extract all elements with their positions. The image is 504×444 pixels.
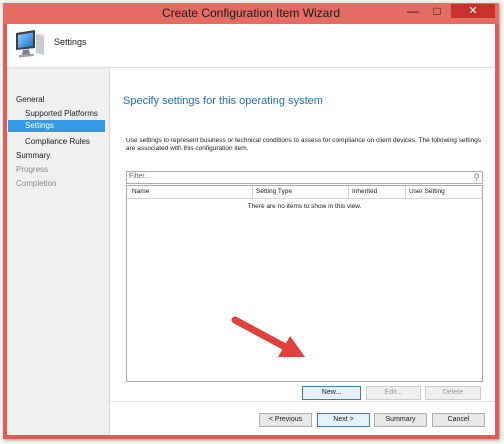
screenshot-frame: Create Configuration Item Wizard — □ ✕ S… [0, 0, 504, 444]
callout-arrow [231, 316, 305, 357]
